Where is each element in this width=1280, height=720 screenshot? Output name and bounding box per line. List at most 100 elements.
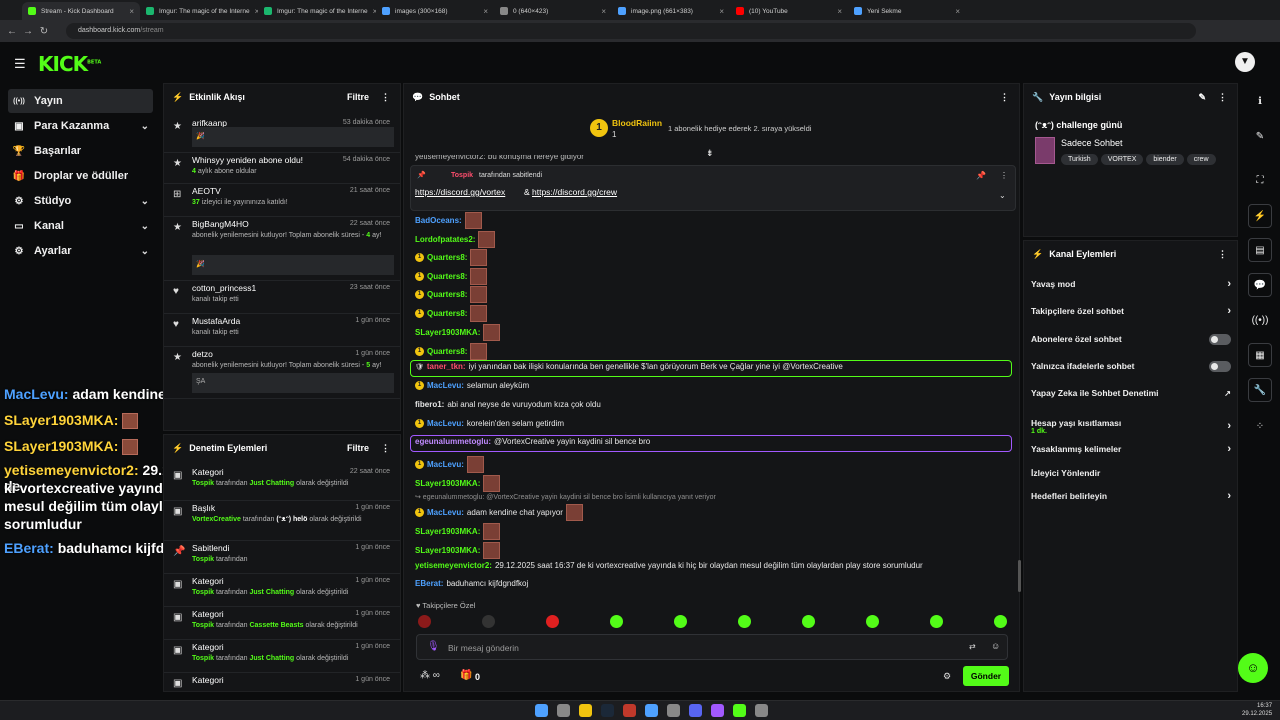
moderation-filter-button[interactable]: Filtre bbox=[347, 443, 369, 453]
scroll-down-icon[interactable]: ⇟ bbox=[706, 148, 714, 159]
top-gifter-name[interactable]: BloodRaiinn bbox=[612, 118, 662, 128]
chat-scrollbar[interactable] bbox=[1018, 560, 1021, 592]
translate-icon[interactable]: ⇄ bbox=[969, 642, 976, 651]
emoji-icon[interactable]: ☺ bbox=[991, 641, 1000, 651]
taskbar-app-icon[interactable] bbox=[601, 704, 614, 717]
chat-username[interactable]: BadOceans: bbox=[415, 216, 462, 225]
event-user[interactable]: cotton_princess1 bbox=[192, 283, 256, 293]
channel-action-item[interactable]: Yasaklanmış kelimeler › bbox=[1031, 443, 1231, 455]
channel-action-item[interactable]: Hesap yaşı kısıtlaması 1 dk. › bbox=[1031, 415, 1231, 437]
avatar[interactable]: ▼ bbox=[1235, 52, 1255, 72]
event-user[interactable]: Whinsyy yeniden abone oldu! bbox=[192, 155, 303, 165]
reload-icon[interactable]: ↻ bbox=[36, 26, 52, 37]
chat-username[interactable]: MacLevu: bbox=[427, 460, 464, 469]
sidebar-item[interactable]: ⚙ Stüdyo ⌄ bbox=[8, 189, 153, 213]
chat-icon[interactable]: 💬 bbox=[1248, 273, 1272, 297]
stream-tag[interactable]: biender bbox=[1146, 154, 1184, 165]
browser-tab[interactable]: Stream - Kick Dashboard × bbox=[22, 2, 140, 20]
quick-emote-icon[interactable] bbox=[610, 615, 623, 628]
close-icon[interactable]: × bbox=[129, 7, 134, 16]
chat-username[interactable]: Lordofpatates2: bbox=[415, 235, 475, 244]
chat-username[interactable]: SLayer1903MKA: bbox=[415, 328, 480, 337]
chat-username[interactable]: Quarters8: bbox=[427, 290, 467, 299]
close-icon[interactable]: × bbox=[955, 7, 960, 16]
chat-username[interactable]: MacLevu: bbox=[427, 381, 464, 390]
close-icon[interactable]: × bbox=[837, 7, 842, 16]
quick-emote-icon[interactable] bbox=[994, 615, 1007, 628]
mic-icon[interactable]: 🎙 bbox=[427, 641, 440, 652]
channel-action-item[interactable]: Abonelere özel sohbet bbox=[1031, 333, 1231, 345]
sidebar-item[interactable]: ((•)) Yayın bbox=[8, 89, 153, 113]
taskbar-app-icon[interactable] bbox=[733, 704, 746, 717]
fullscreen-icon[interactable]: ⛶ bbox=[1248, 168, 1272, 192]
chat-username[interactable]: MacLevu: bbox=[427, 419, 464, 428]
chat-username[interactable]: SLayer1903MKA: bbox=[415, 479, 480, 488]
back-icon[interactable]: ← bbox=[4, 26, 20, 37]
kick-logo[interactable]: KICKBETA bbox=[38, 52, 101, 76]
taskbar-app-icon[interactable] bbox=[535, 704, 548, 717]
pinned-link-vortex[interactable]: https://discord.gg/vortex bbox=[415, 187, 505, 197]
event-user[interactable]: detzo bbox=[192, 349, 213, 359]
chat-username[interactable]: egeunalummetoglu: bbox=[415, 437, 491, 446]
event-user[interactable]: AEOTV bbox=[192, 186, 221, 196]
browser-tab[interactable]: (10) YouTube × bbox=[730, 2, 848, 20]
more-icon[interactable]: ⋮ bbox=[381, 92, 390, 103]
channel-action-item[interactable]: Yapay Zeka ile Sohbet Denetimi ↗ bbox=[1031, 387, 1231, 399]
lightning-icon[interactable]: ⚡ bbox=[1248, 204, 1272, 228]
sidebar-item[interactable]: ▣ Para Kazanma ⌄ bbox=[8, 114, 153, 138]
taskbar-app-icon[interactable] bbox=[557, 704, 570, 717]
stream-tag[interactable]: VORTEX bbox=[1100, 154, 1144, 165]
support-icon[interactable]: ☺ bbox=[1238, 653, 1268, 683]
chat-username[interactable]: taner_tkn: bbox=[427, 362, 466, 371]
quick-emote-icon[interactable] bbox=[546, 615, 559, 628]
event-user[interactable]: BigBangM4HO bbox=[192, 219, 249, 229]
close-icon[interactable]: × bbox=[601, 7, 606, 16]
quick-emote-icon[interactable] bbox=[802, 615, 815, 628]
toggle-switch[interactable] bbox=[1209, 360, 1231, 372]
broadcast-icon[interactable]: ((•)) bbox=[1248, 308, 1272, 332]
taskbar-app-icon[interactable] bbox=[689, 704, 702, 717]
channel-action-item[interactable]: Yavaş mod › bbox=[1031, 278, 1231, 290]
quick-emote-icon[interactable] bbox=[866, 615, 879, 628]
more-icon[interactable]: ⋮ bbox=[1000, 92, 1009, 103]
taskbar-app-icon[interactable] bbox=[667, 704, 680, 717]
more-icon[interactable]: ⋮ bbox=[1218, 249, 1227, 260]
chat-input[interactable]: 🎙 Bir mesaj gönderin ⇄ ☺ bbox=[416, 634, 1008, 660]
chat-username[interactable]: yetisemeyenvictor2: bbox=[415, 561, 492, 570]
more-icon[interactable]: ⋮ bbox=[1000, 171, 1008, 180]
sidebar-item[interactable]: 🏆 Başarılar bbox=[8, 139, 153, 163]
channel-action-item[interactable]: İzleyici Yönlendir bbox=[1031, 467, 1231, 479]
quick-emote-icon[interactable] bbox=[418, 615, 431, 628]
browser-tab[interactable]: Imgur: The magic of the Interne × bbox=[140, 2, 258, 20]
quick-emote-icon[interactable] bbox=[738, 615, 751, 628]
browser-tab[interactable]: 0 (640×423) × bbox=[494, 2, 612, 20]
unpin-icon[interactable]: 📌 bbox=[976, 171, 986, 180]
chat-username[interactable]: Quarters8: bbox=[427, 272, 467, 281]
sidebar-item[interactable]: ▭ Kanal ⌄ bbox=[8, 214, 153, 238]
browser-tab[interactable]: Imgur: The magic of the Interne × bbox=[258, 2, 376, 20]
stream-tag[interactable]: crew bbox=[1186, 154, 1216, 165]
forward-icon[interactable]: → bbox=[20, 26, 36, 37]
chat-username[interactable]: EBerat: bbox=[415, 579, 443, 588]
taskbar-app-icon[interactable] bbox=[645, 704, 658, 717]
layout-icon[interactable]: ▦ bbox=[1248, 343, 1272, 367]
browser-tab[interactable]: images (300×168) × bbox=[376, 2, 494, 20]
sidebar-item[interactable]: ⚙ Ayarlar ⌄ bbox=[8, 239, 153, 263]
menu-icon[interactable]: ☰ bbox=[14, 56, 26, 72]
toggle-switch[interactable] bbox=[1209, 333, 1231, 345]
channel-action-item[interactable]: Takipçilere özel sohbet › bbox=[1031, 305, 1231, 317]
gift-icon[interactable]: 🎁 bbox=[460, 670, 472, 681]
infinite-points-icon[interactable]: ⁂ ∞ bbox=[420, 670, 440, 681]
sidebar-item[interactable]: 🎁 Droplar ve ödüller bbox=[8, 164, 153, 188]
taskbar-app-icon[interactable] bbox=[755, 704, 768, 717]
taskbar-app-icon[interactable] bbox=[711, 704, 724, 717]
edit-icon[interactable]: ✎ bbox=[1198, 92, 1206, 103]
taskbar-app-icon[interactable] bbox=[623, 704, 636, 717]
taskbar-app-icon[interactable] bbox=[579, 704, 592, 717]
gear-icon[interactable]: ⚙ bbox=[943, 671, 951, 682]
chat-username[interactable]: fibero1: bbox=[415, 400, 444, 409]
chat-username[interactable]: SLayer1903MKA: bbox=[415, 527, 480, 536]
quick-emote-icon[interactable] bbox=[674, 615, 687, 628]
stream-tag[interactable]: Turkish bbox=[1061, 154, 1098, 165]
url-input[interactable]: dashboard.kick.com/stream bbox=[66, 23, 1196, 39]
